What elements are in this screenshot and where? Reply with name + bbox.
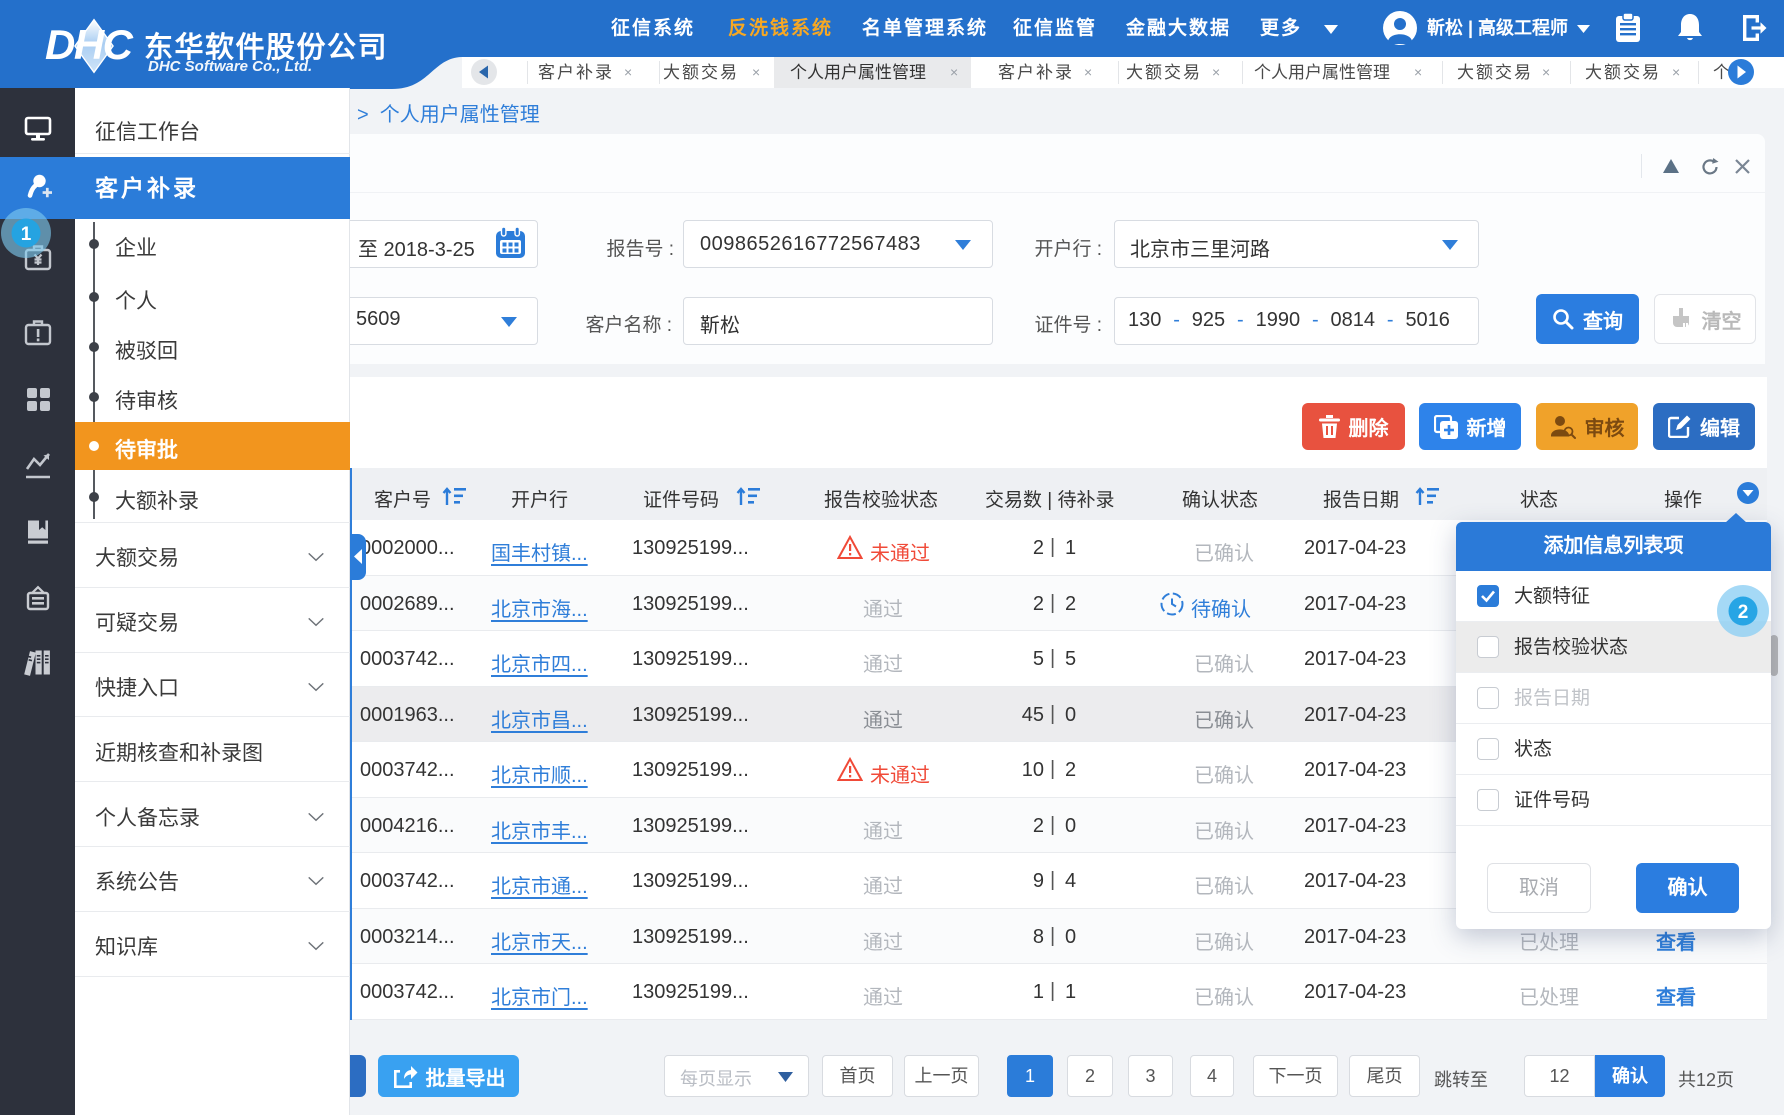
svg-text:2: 2 [1738, 602, 1749, 623]
svg-text:1: 1 [21, 224, 32, 245]
